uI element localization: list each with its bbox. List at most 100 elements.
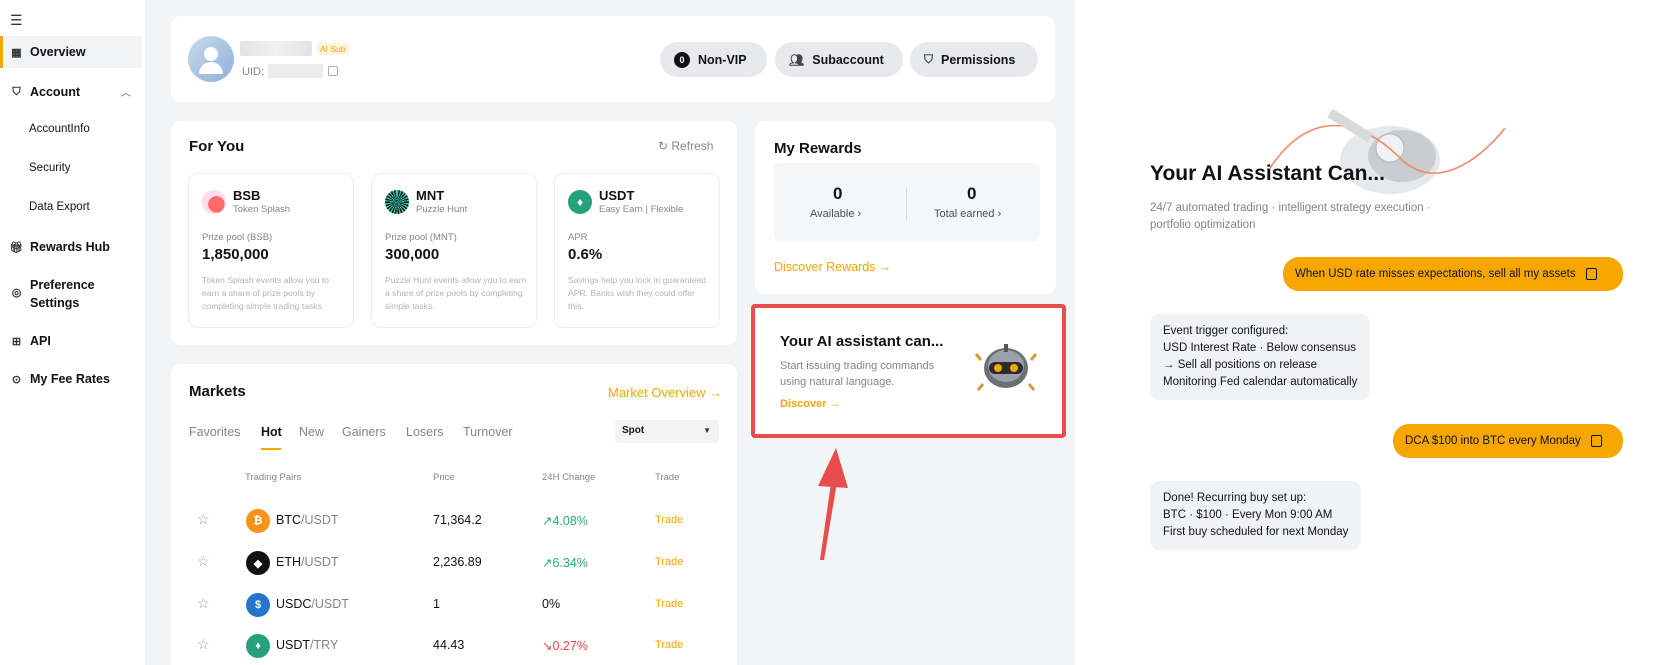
market-overview-link[interactable]: Market Overview → (608, 385, 722, 400)
sidebar: ☰ ▦ Overview ⛉ Account ︿ AccountInfo Sec… (0, 0, 145, 665)
col-price: Price (433, 472, 455, 483)
tab-new[interactable]: New (299, 425, 324, 439)
col-24h-change: 24H Change (542, 472, 596, 483)
coin-symbol: MNT (416, 188, 445, 203)
star-icon[interactable]: ☆ (197, 636, 210, 653)
quote-asset: /USDT (301, 513, 339, 527)
message-line: → Sell all positions on release (1163, 359, 1318, 371)
sidebar-item-label: API (30, 334, 51, 348)
trade-link[interactable]: Trade (655, 639, 683, 651)
apr-value: 0.6% (568, 246, 603, 263)
sidebar-item-label: Account (30, 85, 80, 99)
robot-icon (975, 344, 1037, 391)
sidebar-item-overview[interactable]: ▦ Overview (0, 36, 142, 68)
discover-rewards-link[interactable]: Discover Rewards → (774, 260, 891, 274)
ai-discover-link[interactable]: Discover → (780, 398, 841, 410)
tab-turnover[interactable]: Turnover (463, 425, 513, 439)
total-earned-link[interactable]: Total earned › (934, 208, 1001, 220)
trade-link[interactable]: Trade (655, 598, 683, 610)
promo-desc: Token Splash events allow you to earn a … (202, 275, 330, 311)
menu-icon[interactable]: ☰ (10, 12, 23, 29)
chevron-right-icon: › (857, 208, 862, 220)
message-line: Done! Recurring buy set up: (1163, 492, 1307, 504)
col-trading-pairs: Trading Pairs (245, 472, 302, 483)
vip-level-icon: 0 (674, 51, 690, 68)
price: 44.43 (433, 638, 465, 652)
tab-hot[interactable]: Hot (261, 425, 282, 439)
tab-losers[interactable]: Losers (406, 425, 444, 439)
ai-card-title: Your AI assistant can... (780, 333, 944, 350)
ai-sub-badge: AI Sub (317, 43, 349, 55)
subaccount-label: Subaccount (812, 52, 884, 67)
users-icon: 👥︎ (789, 52, 805, 67)
coin-symbol: USDT (599, 188, 635, 203)
star-icon[interactable]: ☆ (197, 511, 210, 528)
chevron-up-icon[interactable]: ︿ (121, 84, 131, 99)
avatar[interactable] (188, 36, 234, 82)
message-text: DCA $100 into BTC every Monday (1405, 435, 1581, 447)
gift-icon: 🎁︎ (9, 241, 24, 254)
shield-icon: ⛉ (12, 85, 21, 98)
available-value: 0 (833, 184, 843, 203)
trading-pair[interactable]: USDT/TRY (276, 638, 338, 652)
quote-asset: /USDT (311, 597, 349, 611)
sidebar-item-rewards-hub[interactable]: 🎁︎ Rewards Hub (0, 237, 142, 257)
copy-icon[interactable] (328, 66, 338, 76)
permissions-button[interactable]: ⛉ Permissions (910, 42, 1038, 77)
coin-logo-icon: $ (246, 593, 270, 617)
refresh-button[interactable]: ↻ Refresh (658, 139, 713, 153)
coin-sub: Easy Earn | Flexible (599, 204, 684, 215)
trading-pair[interactable]: ETH/USDT (276, 555, 339, 569)
change-24h: ↗6.34% (542, 556, 588, 570)
tab-underline (261, 448, 281, 450)
sidebar-item-fee-rates[interactable]: ⊙ My Fee Rates (0, 369, 142, 389)
base-asset: ETH (276, 555, 301, 569)
prize-value: 1,850,000 (202, 246, 269, 263)
base-asset: BTC (276, 513, 301, 527)
tab-gainers[interactable]: Gainers (342, 425, 386, 439)
promo-card-usdt[interactable]: ♦ USDT Easy Earn | Flexible APR 0.6% Sav… (554, 173, 720, 328)
assistant-message: Done! Recurring buy set up: BTC · $100 ·… (1150, 481, 1362, 550)
copy-icon[interactable] (1590, 435, 1602, 447)
market-type-select[interactable]: Spot ▼ (615, 420, 719, 443)
sidebar-item-preference-settings[interactable]: ◎ Preference Settings (0, 276, 142, 312)
uid-masked (268, 64, 323, 78)
non-vip-label: Non-VIP (698, 52, 747, 67)
subaccount-button[interactable]: 👥︎ Subaccount (775, 42, 903, 77)
robot-arm-illustration (1270, 108, 1506, 194)
copy-icon[interactable] (1585, 268, 1597, 280)
right-panel-subtitle: 24/7 automated trading · intelligent str… (1150, 202, 1431, 231)
available-link[interactable]: Available › (810, 208, 861, 220)
coin-logo-icon: ◆ (246, 551, 270, 575)
uid-label: UID: (242, 66, 264, 78)
sidebar-item-data-export[interactable]: Data Export (29, 201, 90, 213)
tab-favorites[interactable]: Favorites (189, 425, 240, 439)
star-icon[interactable]: ☆ (197, 553, 210, 570)
trade-link[interactable]: Trade (655, 514, 683, 526)
divider (906, 187, 907, 221)
coin-logo-icon: ♦ (246, 634, 270, 658)
sidebar-item-label: Rewards Hub (30, 240, 110, 254)
sidebar-item-security[interactable]: Security (29, 162, 71, 174)
sidebar-item-label: Preference Settings (30, 278, 95, 310)
sidebar-item-api[interactable]: ⊞ API (0, 331, 142, 351)
price: 71,364.2 (433, 513, 482, 527)
annotation-arrow (818, 448, 848, 560)
promo-card-bsb[interactable]: BSB Token Splash Prize pool (BSB) 1,850,… (188, 173, 354, 328)
promo-desc: Puzzle Hunt events allow you to earn a s… (385, 275, 527, 311)
fee-icon: ⊙ (11, 373, 22, 386)
price: 1 (433, 597, 440, 611)
promo-card-mnt[interactable]: MNT Puzzle Hunt Prize pool (MNT) 300,000… (371, 173, 537, 328)
non-vip-button[interactable]: 0 Non-VIP (660, 42, 767, 77)
prize-label: Prize pool (BSB) (202, 232, 273, 243)
api-icon: ⊞ (11, 335, 22, 348)
star-icon[interactable]: ☆ (197, 595, 210, 612)
message-text: When USD rate misses expectations, sell … (1295, 268, 1576, 280)
trading-pair[interactable]: USDC/USDT (276, 597, 349, 611)
sidebar-item-accountinfo[interactable]: AccountInfo (29, 123, 90, 135)
usdt-logo-icon: ♦ (568, 190, 592, 214)
trade-link[interactable]: Trade (655, 556, 683, 568)
trading-pair[interactable]: BTC/USDT (276, 513, 339, 527)
change-24h: ↘0.27% (542, 639, 588, 653)
coin-logo-icon: ₿ (246, 509, 270, 533)
